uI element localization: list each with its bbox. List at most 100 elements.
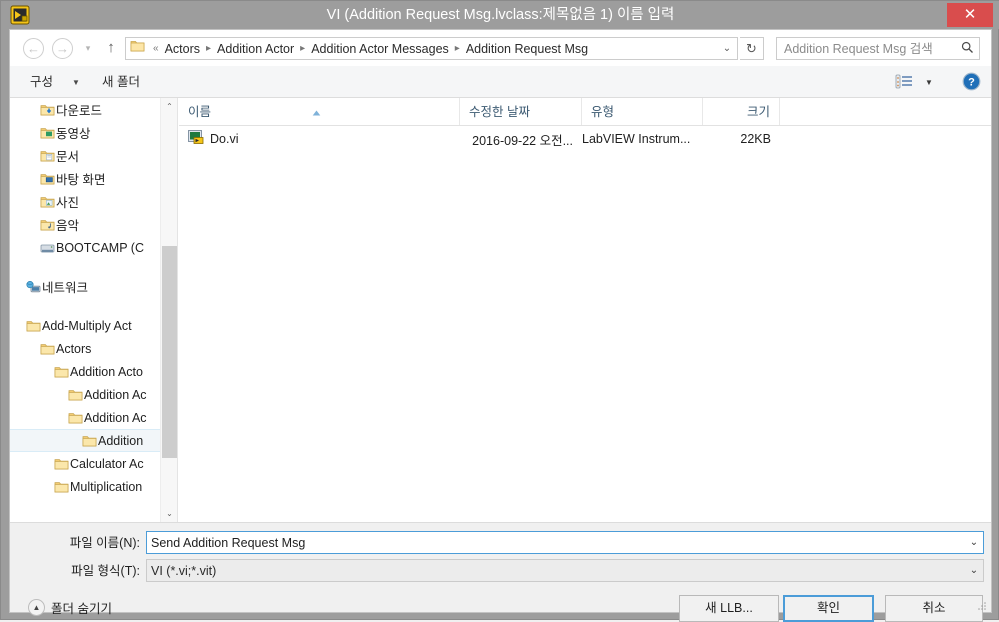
breadcrumb-separator[interactable]: ▸: [296, 43, 309, 54]
folder-icon: [38, 342, 56, 356]
sidebar-item-label: 네트워크: [42, 281, 89, 295]
folder-icon: [130, 39, 145, 58]
dialog-window: VI (Addition Request Msg.lvclass:제목없음 1)…: [0, 0, 999, 622]
labview-vi-file-icon: [188, 130, 204, 148]
main-area: 다운로드동영상문서바탕 화면사진음악 BOOTCAMP (C 네트워크 Add-Mul…: [10, 98, 991, 522]
folder-icon: [52, 480, 70, 494]
chevron-down-icon[interactable]: ⌄: [965, 565, 983, 576]
sidebar-item-actors[interactable]: Actors: [10, 337, 177, 360]
sidebar-item-multiplication[interactable]: Multiplication: [10, 475, 177, 498]
file-list-pane[interactable]: 이름 수정한 날짜 유형 크기 Do.vi 2016-09-22 오전... L…: [179, 98, 991, 522]
sidebar-item-[interactable]: 네트워크: [10, 275, 177, 298]
column-header-size[interactable]: 크기: [703, 98, 780, 125]
address-bar[interactable]: « Actors ▸ Addition Actor ▸ Addition Act…: [125, 37, 738, 60]
close-button[interactable]: ✕: [947, 3, 993, 27]
view-list-icon[interactable]: [895, 73, 915, 91]
sort-ascending-icon: [312, 103, 321, 116]
sidebar-item-[interactable]: 문서: [10, 144, 177, 167]
table-row[interactable]: Do.vi 2016-09-22 오전... LabVIEW Instrum..…: [179, 128, 991, 150]
sidebar-item-addition-acto[interactable]: Addition Acto: [10, 360, 177, 383]
up-arrow-icon[interactable]: ↑: [102, 37, 120, 59]
sidebar-item-label: Actors: [56, 341, 92, 356]
file-date-cell: 2016-09-22 오전...: [472, 133, 573, 148]
new-folder-button[interactable]: 새 폴더: [102, 72, 140, 92]
sidebar-item-label: 동영상: [56, 127, 91, 141]
window-title: VI (Addition Request Msg.lvclass:제목없음 1)…: [326, 7, 675, 23]
scroll-down-button[interactable]: ⌄: [161, 505, 178, 522]
tree-group-spacer: [10, 298, 177, 314]
resize-grip[interactable]: [976, 598, 988, 610]
column-header-row: 이름 수정한 날짜 유형 크기: [179, 98, 991, 126]
folder-videos-icon: [38, 126, 56, 140]
hide-folders-button[interactable]: ▲ 폴더 숨기기: [28, 598, 112, 617]
sidebar-item-addition[interactable]: Addition: [10, 429, 177, 452]
sidebar-item-add-multiply-act[interactable]: Add-Multiply Act: [10, 314, 177, 337]
column-header-type[interactable]: 유형: [582, 98, 703, 125]
dialog-client: ← → ▾ ↑ « Actors ▸ Addition Actor ▸ Addi…: [9, 29, 992, 622]
sidebar-item-label: 음악: [56, 219, 80, 233]
breadcrumb-item-2[interactable]: Addition Actor Messages: [309, 41, 451, 57]
cancel-button[interactable]: 취소: [885, 595, 983, 622]
folder-desktop-icon: [38, 172, 56, 186]
button-bar: ▲ 폴더 숨기기 새 LLB... 확인 취소: [10, 591, 991, 622]
sidebar-item-label: 다운로드: [56, 104, 103, 118]
file-name-text: Do.vi: [210, 132, 239, 146]
sidebar-item-addition-ac[interactable]: Addition Ac: [10, 406, 177, 429]
breadcrumb[interactable]: « Actors ▸ Addition Actor ▸ Addition Act…: [149, 41, 717, 57]
chevron-up-icon[interactable]: ▲: [28, 599, 45, 616]
search-input[interactable]: [777, 40, 955, 57]
breadcrumb-item-0[interactable]: Actors: [163, 41, 202, 57]
breadcrumb-item-1[interactable]: Addition Actor: [215, 41, 296, 57]
folder-icon: [52, 365, 70, 379]
command-toolbar: 구성 ▼ 새 폴더 ▼ ?: [10, 66, 991, 98]
ok-button[interactable]: 확인: [783, 595, 874, 622]
sidebar-item-[interactable]: 음악: [10, 213, 177, 236]
help-icon[interactable]: ?: [962, 72, 981, 91]
folder-tree[interactable]: 다운로드동영상문서바탕 화면사진음악 BOOTCAMP (C 네트워크 Add-Mul…: [10, 98, 177, 498]
column-header-date[interactable]: 수정한 날짜: [460, 98, 582, 125]
breadcrumb-separator[interactable]: ▸: [451, 43, 464, 54]
search-icon[interactable]: [955, 41, 979, 57]
breadcrumb-item-3[interactable]: Addition Request Msg: [464, 41, 590, 57]
file-name-input[interactable]: [147, 534, 965, 551]
tree-group-spacer: [10, 259, 177, 275]
navigation-pane[interactable]: 다운로드동영상문서바탕 화면사진음악 BOOTCAMP (C 네트워크 Add-Mul…: [10, 98, 178, 522]
folder-icon: [24, 319, 42, 333]
new-llb-button[interactable]: 새 LLB...: [679, 595, 779, 622]
scroll-up-button[interactable]: ⌃: [161, 98, 178, 115]
chevron-down-icon[interactable]: ▼: [922, 73, 936, 91]
folder-icon: [66, 388, 84, 402]
sidebar-item-bootcamp-c[interactable]: BOOTCAMP (C: [10, 236, 177, 259]
chevron-down-icon[interactable]: ⌄: [965, 537, 983, 548]
organize-button[interactable]: 구성: [30, 72, 53, 92]
sidebar-item-addition-ac[interactable]: Addition Ac: [10, 383, 177, 406]
chevron-down-icon[interactable]: ⌄: [717, 43, 737, 54]
sidebar-item-label: Add-Multiply Act: [42, 318, 132, 333]
folder-documents-icon: [38, 149, 56, 163]
back-button[interactable]: ←: [23, 38, 44, 59]
title-bar[interactable]: VI (Addition Request Msg.lvclass:제목없음 1)…: [1, 1, 999, 29]
file-size-cell: 22KB: [740, 132, 771, 146]
forward-button[interactable]: →: [52, 38, 73, 59]
sidebar-item-[interactable]: 사진: [10, 190, 177, 213]
refresh-icon[interactable]: ↻: [740, 37, 764, 60]
chevron-down-icon[interactable]: ▼: [72, 72, 80, 92]
file-name-cell[interactable]: Do.vi: [188, 130, 238, 148]
scrollbar-thumb[interactable]: [162, 246, 177, 458]
sidebar-item-[interactable]: 동영상: [10, 121, 177, 144]
address-bar-row: ← → ▾ ↑ « Actors ▸ Addition Actor ▸ Addi…: [10, 30, 991, 66]
sidebar-item-label: 바탕 화면: [56, 173, 106, 187]
folder-downloads-icon: [38, 103, 56, 117]
sidebar-item-calculator-ac[interactable]: Calculator Ac: [10, 452, 177, 475]
breadcrumb-separator[interactable]: ▸: [202, 43, 215, 54]
file-type-combo[interactable]: VI (*.vi;*.vit) ⌄: [146, 559, 984, 582]
sidebar-item-label: 사진: [56, 196, 80, 210]
sidebar-item-label: 문서: [56, 150, 80, 164]
chevron-down-icon[interactable]: ▾: [80, 38, 96, 58]
search-box[interactable]: [776, 37, 980, 60]
file-name-combo[interactable]: ⌄: [146, 531, 984, 554]
sidebar-item-[interactable]: 바탕 화면: [10, 167, 177, 190]
breadcrumb-prefix[interactable]: «: [149, 43, 163, 54]
sidebar-item-[interactable]: 다운로드: [10, 98, 177, 121]
nav-pane-scrollbar[interactable]: ⌃ ⌄: [160, 98, 177, 522]
